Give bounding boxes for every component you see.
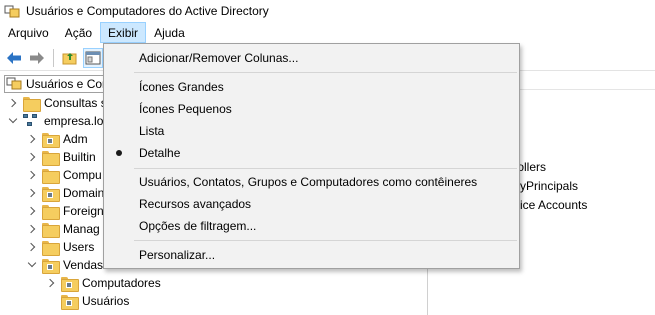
tree-item-builtin[interactable]: Builtin	[27, 148, 96, 166]
tree-item-vendas[interactable]: Vendas	[27, 256, 103, 274]
console-tree-button[interactable]	[83, 47, 103, 68]
menu-acao[interactable]: Ação	[57, 22, 100, 43]
expand-chevron-icon[interactable]	[8, 98, 18, 108]
collapse-chevron-icon[interactable]	[8, 116, 18, 126]
tree-item-computers[interactable]: Compu	[27, 166, 102, 184]
tree-item-label: Usuários	[82, 294, 130, 308]
tree-item-domain-controllers[interactable]: Domain	[27, 184, 104, 202]
window-title: Usuários e Computadores do Active Direct…	[26, 4, 269, 18]
expand-chevron-icon[interactable]	[27, 242, 37, 252]
tree-item-label: Builtin	[63, 150, 96, 164]
menu-exibir[interactable]: Exibir	[100, 22, 147, 43]
folder-icon	[42, 150, 60, 166]
tree-item-label: Domain	[63, 186, 105, 200]
forward-button[interactable]	[27, 48, 47, 68]
menu-users-as-containers[interactable]: Usuários, Contatos, Grupos e Computadore…	[104, 171, 519, 193]
tree-item-label: Computadores	[82, 276, 161, 290]
active-directory-root-icon	[6, 76, 22, 93]
tree-item-label: Foreign	[63, 204, 104, 218]
tree-root-node[interactable]: Usuários e Con	[4, 75, 113, 93]
expand-chevron-icon[interactable]	[27, 206, 37, 216]
tree-item-saved-queries[interactable]: Consultas s	[8, 94, 107, 112]
tree-item-label: Compu	[63, 168, 102, 182]
view-menu-dropdown: Adicionar/Remover Colunas... Ícones Gran…	[103, 43, 520, 269]
menu-separator	[134, 168, 517, 169]
title-bar: Usuários e Computadores do Active Direct…	[0, 0, 655, 22]
tree-item-adm[interactable]: Adm	[27, 130, 88, 148]
details-row-managed-service-accounts[interactable]: rvice Accounts	[510, 198, 587, 212]
tree-item-label: Consultas s	[44, 96, 107, 110]
folder-icon	[23, 96, 41, 112]
expand-chevron-icon[interactable]	[46, 278, 56, 288]
ou-folder-icon	[42, 186, 60, 202]
tree-item-domain[interactable]: empresa.lo	[8, 112, 103, 130]
expand-chevron-icon[interactable]	[27, 134, 37, 144]
menu-advanced-features[interactable]: Recursos avançados	[104, 193, 519, 215]
tree-root-label: Usuários e Con	[26, 77, 109, 91]
menu-filter-options[interactable]: Opções de filtragem...	[104, 215, 519, 237]
folder-icon	[42, 240, 60, 256]
tree-item-label: Adm	[63, 132, 88, 146]
menu-separator	[134, 240, 517, 241]
menu-large-icons[interactable]: Ícones Grandes	[104, 76, 519, 98]
details-row-foreign-security-principals[interactable]: rityPrincipals	[510, 179, 578, 193]
toolbar-separator	[53, 48, 54, 67]
menu-customize[interactable]: Personalizar...	[104, 244, 519, 266]
tree-item-label: Manag	[63, 222, 100, 236]
menu-detail[interactable]: Detalhe	[104, 142, 519, 164]
tree-item-managed-service-accounts[interactable]: Manag	[27, 220, 100, 238]
collapse-chevron-icon[interactable]	[27, 260, 37, 270]
tree-item-label: empresa.lo	[44, 114, 104, 128]
menu-small-icons[interactable]: Ícones Pequenos	[104, 98, 519, 120]
up-folder-icon	[62, 52, 77, 64]
console-tree-icon	[85, 51, 101, 64]
back-arrow-icon	[7, 51, 21, 64]
tree-item-vendas-usuarios[interactable]: Usuários	[61, 292, 129, 310]
tree-item-users[interactable]: Users	[27, 238, 94, 256]
active-directory-icon	[4, 4, 20, 18]
tree-item-foreign-security-principals[interactable]: Foreign	[27, 202, 104, 220]
expand-chevron-icon[interactable]	[27, 188, 37, 198]
expand-chevron-icon[interactable]	[27, 170, 37, 180]
ou-folder-icon	[61, 294, 79, 310]
domain-icon	[23, 114, 39, 128]
back-button[interactable]	[4, 48, 24, 68]
menu-list[interactable]: Lista	[104, 120, 519, 142]
tree-item-vendas-computadores[interactable]: Computadores	[46, 274, 161, 292]
menu-ajuda[interactable]: Ajuda	[146, 22, 193, 43]
menu-arquivo[interactable]: Arquivo	[0, 22, 57, 43]
tree-item-label: Vendas	[63, 258, 104, 272]
expand-chevron-icon[interactable]	[27, 224, 37, 234]
menu-add-remove-columns[interactable]: Adicionar/Remover Colunas...	[104, 47, 519, 69]
folder-icon	[42, 168, 60, 184]
menu-bar: Arquivo Ação Exibir Ajuda	[0, 22, 655, 43]
folder-icon	[42, 204, 60, 220]
expand-chevron-icon[interactable]	[27, 152, 37, 162]
up-folder-button[interactable]	[60, 48, 80, 68]
folder-icon	[42, 222, 60, 238]
forward-arrow-icon	[30, 51, 44, 64]
ou-folder-icon	[42, 132, 60, 148]
tree-item-label: Users	[63, 240, 95, 254]
ou-folder-icon	[61, 276, 79, 292]
menu-separator	[134, 72, 517, 73]
ou-folder-icon	[42, 258, 60, 274]
